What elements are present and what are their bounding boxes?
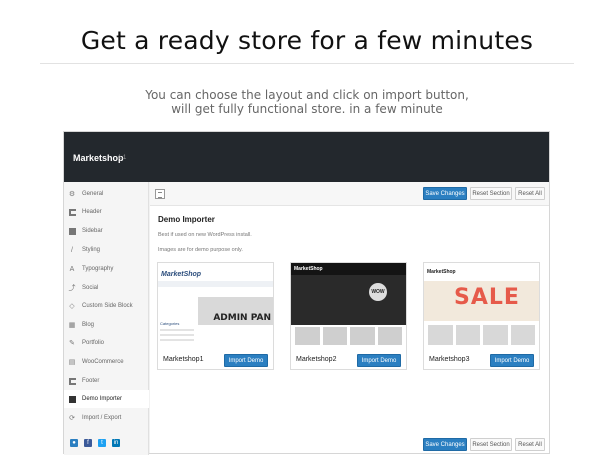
font-icon: A [69, 265, 75, 273]
sidebar-icon [68, 227, 76, 235]
demo-thumbnail-1[interactable]: MarketShop ADMIN PAN Categories [158, 263, 273, 348]
options-sidebar: ⚙ General Header Sidebar / Styling A Typogr… [64, 182, 149, 455]
sidebar-item-general[interactable]: ⚙ General [64, 185, 149, 203]
sidebar-item-woocommerce[interactable]: ▤ WooCommerce [64, 353, 149, 371]
sidebar-item-typography[interactable]: A Typography [64, 260, 149, 278]
demo-card-2: MarketShop WOW Marketshop2 Import Demo [290, 262, 407, 370]
section-description: Best if used on new WordPress install. [158, 232, 252, 238]
admin-panel-screenshot: Marketshop 1.1 ⚙ General Header Sidebar /… [63, 131, 550, 455]
briefcase-icon: ✎ [69, 340, 75, 347]
thumb-logo: MarketShop [161, 271, 202, 278]
reset-section-button[interactable]: Reset Section [470, 187, 512, 200]
import-icon [68, 395, 76, 403]
headline: Get a ready store for a few minutes [80, 26, 534, 55]
refresh-icon: ⟳ [69, 415, 75, 422]
sidebar-item-blog[interactable]: ▦ Blog [64, 316, 149, 334]
admin-topbar: Marketshop 1.1 [64, 132, 549, 182]
grid-icon: ▦ [68, 322, 76, 329]
cart-icon: ▤ [68, 359, 76, 366]
gear-icon: ⚙ [68, 191, 76, 198]
globe-icon[interactable]: ● [70, 439, 78, 447]
thumb-sale: SALE [454, 285, 520, 310]
thumb-nav [158, 281, 273, 287]
sidebar-item-portfolio[interactable]: ✎ Portfolio [64, 334, 149, 352]
facebook-icon[interactable]: f [84, 439, 92, 447]
subtitle-line-1: You can choose the layout and click on i… [145, 88, 469, 102]
header-icon [68, 208, 76, 216]
options-content: Save Changes Reset Section Reset All Dem… [150, 182, 549, 453]
bottom-toolbar: ● f t in Save Changes Reset Section Rese… [70, 434, 549, 454]
divider [40, 63, 574, 64]
thumb-hero [291, 275, 406, 325]
save-changes-button-bottom[interactable]: Save Changes [423, 438, 467, 451]
demo-thumbnail-2[interactable]: MarketShop WOW [291, 263, 406, 348]
reset-section-button-bottom[interactable]: Reset Section [470, 438, 512, 451]
twitter-icon[interactable]: t [98, 439, 106, 447]
share-icon: ⤴ [68, 285, 76, 292]
sidebar-item-header[interactable]: Header [64, 203, 149, 221]
import-demo-button-1[interactable]: Import Demo [224, 354, 268, 367]
demo-name-3: Marketshop3 [429, 356, 470, 363]
thumb-badge: WOW [369, 283, 387, 301]
brand-name: Marketshop [73, 153, 124, 163]
sidebar-item-demo-importer[interactable]: Demo Importer [64, 390, 149, 408]
social-links: ● f t in [70, 439, 120, 447]
expand-icon[interactable] [155, 189, 165, 199]
sidebar-item-sidebar[interactable]: Sidebar [64, 222, 149, 240]
sidebar-item-social[interactable]: ⤴ Social [64, 279, 149, 297]
subtitle-line-2: will get fully functional store. in a fe… [171, 102, 443, 116]
thumb-logo: MarketShop [294, 266, 323, 272]
section-note: Images are for demo purpose only. [158, 247, 243, 253]
demo-name-1: Marketshop1 [163, 356, 204, 363]
import-demo-button-3[interactable]: Import Demo [490, 354, 534, 367]
sidebar-item-import-export[interactable]: ⟳ Import / Export [64, 409, 149, 427]
subtitle: You can choose the layout and click on i… [0, 88, 614, 116]
thumb-products [424, 325, 539, 345]
thumb-logo: MarketShop [427, 269, 456, 275]
footer-icon [68, 377, 76, 385]
demo-name-2: Marketshop2 [296, 356, 337, 363]
brand-version: 1.1 [118, 155, 127, 161]
sidebar-item-footer[interactable]: Footer [64, 372, 149, 390]
thumb-categories: Categories [160, 321, 180, 326]
brush-icon: / [71, 246, 73, 254]
save-changes-button[interactable]: Save Changes [423, 187, 467, 200]
linkedin-icon[interactable]: in [112, 439, 120, 447]
import-demo-button-2[interactable]: Import Demo [357, 354, 401, 367]
demo-card-1: MarketShop ADMIN PAN Categories Marketsh… [157, 262, 274, 370]
reset-all-button-bottom[interactable]: Reset All [515, 438, 545, 451]
reset-all-button[interactable]: Reset All [515, 187, 545, 200]
thumb-banner: ADMIN PAN [198, 297, 273, 325]
demo-thumbnail-3[interactable]: MarketShop SALE [424, 263, 539, 348]
sidebar-item-custom-side-block[interactable]: ◇ Custom Side Block [64, 297, 149, 315]
thumb-products [291, 327, 406, 345]
top-toolbar: Save Changes Reset Section Reset All [150, 182, 549, 206]
section-title: Demo Importer [158, 215, 215, 224]
sidebar-item-styling[interactable]: / Styling [64, 241, 149, 259]
code-icon: ◇ [69, 303, 75, 310]
demo-card-3: MarketShop SALE Marketshop3 Import Demo [423, 262, 540, 370]
